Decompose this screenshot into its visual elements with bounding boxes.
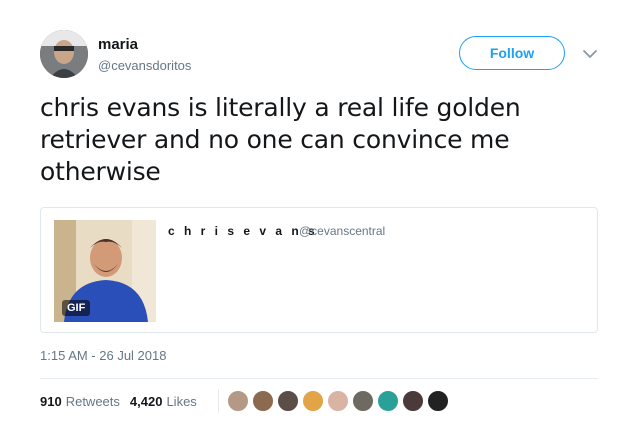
tweet-text-line: retriever and no one can convince me	[40, 125, 510, 154]
liker-avatar[interactable]	[226, 389, 250, 413]
user-handle[interactable]: @cevansdoritos	[98, 58, 191, 73]
tweet-text-line: chris evans is literally a real life gol…	[40, 93, 521, 122]
liker-avatar[interactable]	[326, 389, 350, 413]
liker-avatar[interactable]	[426, 389, 450, 413]
liker-avatar[interactable]	[376, 389, 400, 413]
liker-avatar[interactable]	[251, 389, 275, 413]
quoted-gif-media[interactable]: GIF	[54, 220, 156, 322]
retweets-stat[interactable]: 910 Retweets	[40, 394, 120, 409]
chevron-down-icon[interactable]	[580, 46, 600, 62]
retweets-label: Retweets	[65, 394, 120, 409]
tweet-stats: 910 Retweets 4,420 Likes	[40, 394, 197, 409]
tweet-text: chris evans is literally a real life gol…	[40, 92, 560, 188]
liker-avatar[interactable]	[301, 389, 325, 413]
avatar[interactable]	[40, 30, 88, 78]
follow-button[interactable]: Follow	[459, 36, 565, 70]
liker-avatar[interactable]	[401, 389, 425, 413]
gif-badge: GIF	[62, 300, 91, 316]
retweets-count: 910	[40, 394, 62, 409]
display-name[interactable]: maria	[98, 36, 138, 53]
divider	[40, 378, 598, 379]
liker-avatar[interactable]	[351, 389, 375, 413]
quoted-display-name[interactable]: c h r i s e v a n s	[168, 224, 318, 238]
likes-count: 4,420	[129, 394, 163, 409]
likes-label: Likes	[166, 394, 197, 409]
tweet-card: maria @cevansdoritos Follow chris evans …	[0, 0, 640, 425]
quoted-user-handle[interactable]: @cevanscentral	[299, 224, 385, 238]
stats-divider	[218, 389, 219, 413]
liker-avatars	[226, 389, 450, 413]
likes-stat[interactable]: 4,420 Likes	[130, 394, 197, 409]
liker-avatar[interactable]	[276, 389, 300, 413]
tweet-timestamp[interactable]: 1:15 AM - 26 Jul 2018	[40, 348, 166, 363]
tweet-text-line: otherwise	[40, 157, 161, 186]
quoted-tweet[interactable]: GIF c h r i s e v a n s @cevanscentral	[40, 207, 598, 333]
